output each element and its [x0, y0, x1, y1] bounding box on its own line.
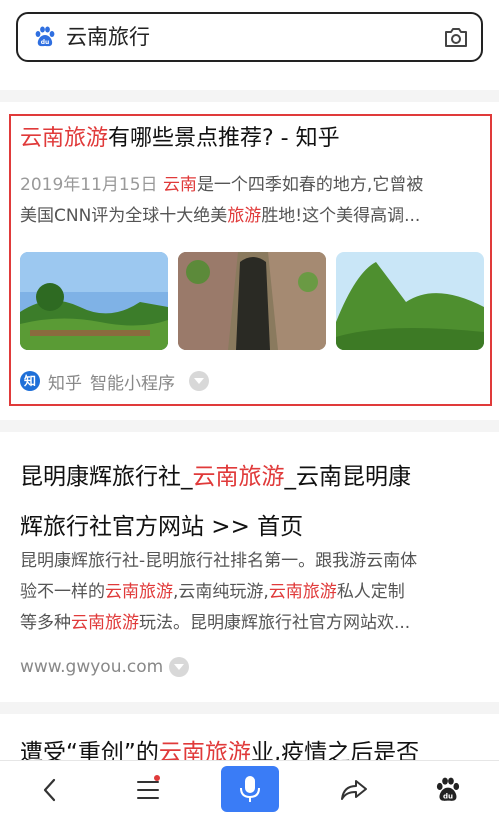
title-highlight: 云南旅游: [192, 464, 285, 490]
result-title[interactable]: 昆明康辉旅行社_云南旅游_云南昆明康 辉旅行社官方网站 >> 首页: [20, 452, 411, 552]
baidu-paw-icon: du: [436, 777, 460, 801]
svg-text:du: du: [41, 39, 50, 46]
title-text: 昆明康辉旅行社_: [20, 464, 193, 490]
search-query-text: 云南旅行: [66, 25, 150, 49]
result-title[interactable]: 云南旅游有哪些景点推荐? - 知乎: [20, 122, 340, 156]
result-card-gwyou[interactable]: 昆明康辉旅行社_云南旅游_云南昆明康 辉旅行社官方网站 >> 首页 昆明康辉旅行…: [0, 432, 499, 702]
snippet-text: 昆明康辉旅行社-昆明旅行社排名第一。跟我游云南体: [20, 551, 418, 571]
snippet-highlight: 云南旅游: [105, 582, 173, 602]
bottom-nav-bar: du: [0, 760, 499, 817]
back-icon: [43, 778, 56, 801]
snippet-highlight: 旅游: [227, 206, 262, 226]
menu-icon: [137, 780, 159, 799]
title-text: _云南昆明康: [284, 464, 412, 490]
snippet-text: ,云南纯玩游,: [173, 582, 269, 602]
snippet-text: 胜地!这个美得高调...: [261, 206, 421, 226]
result-image-row: [20, 252, 484, 350]
chevron-down-icon[interactable]: [189, 371, 209, 391]
snippet-text: 等多种: [20, 613, 71, 633]
thumbnail-cave-cliff[interactable]: [178, 252, 326, 350]
share-button[interactable]: [326, 761, 382, 817]
microphone-icon: [240, 776, 260, 802]
snippet-highlight: 云南: [162, 175, 197, 195]
title-highlight: 云南旅游: [20, 126, 109, 151]
source-tag: 智能小程序: [90, 373, 175, 394]
snippet-highlight: 云南旅游: [268, 582, 337, 602]
snippet-text: 玩法。昆明康辉旅行社官方网站欢...: [139, 613, 411, 633]
search-header: du 云南旅行: [0, 0, 499, 90]
snippet-text: 验不一样的: [20, 582, 105, 602]
thumbnail-lake-landscape[interactable]: [20, 252, 168, 350]
snippet-text: 私人定制: [336, 582, 405, 602]
result-snippet: 昆明康辉旅行社-昆明旅行社排名第一。跟我游云南体 验不一样的云南旅游,云南纯玩游…: [20, 546, 482, 639]
back-button[interactable]: [22, 761, 78, 817]
title-text: 辉旅行社官方网站 >> 首页: [20, 514, 304, 540]
title-rest: 有哪些景点推荐? - 知乎: [108, 126, 340, 151]
menu-button[interactable]: [120, 761, 176, 817]
result-date: 2019年11月15日: [20, 175, 158, 195]
result-url: www.gwyou.com: [20, 657, 164, 677]
result-source[interactable]: 知 知乎 智能小程序: [20, 368, 209, 394]
snippet-text: 是一个四季如春的地方,它曾被: [196, 175, 424, 195]
snippet-highlight: 云南旅游: [71, 613, 139, 633]
thumbnail-green-mountains[interactable]: [336, 252, 484, 350]
baidu-home-button[interactable]: du: [420, 761, 476, 817]
zhihu-icon: 知: [20, 371, 40, 391]
search-input[interactable]: du 云南旅行: [16, 12, 483, 62]
snippet-text: 美国CNN评为全球十大绝美: [20, 206, 228, 226]
chevron-down-icon[interactable]: [169, 657, 190, 677]
voice-search-button[interactable]: [221, 766, 279, 812]
baidu-paw-icon: du: [35, 26, 55, 47]
notification-dot: [154, 775, 160, 781]
result-snippet: 2019年11月15日 云南是一个四季如春的地方,它曾被 美国CNN评为全球十大…: [20, 170, 482, 232]
camera-icon[interactable]: [443, 25, 469, 49]
source-name: 知乎: [48, 373, 82, 394]
svg-text:du: du: [443, 791, 453, 800]
result-card-zhihu[interactable]: 云南旅游有哪些景点推荐? - 知乎 2019年11月15日 云南是一个四季如春的…: [0, 102, 499, 420]
result-url-row[interactable]: www.gwyou.com: [20, 654, 190, 680]
share-icon: [341, 779, 367, 800]
